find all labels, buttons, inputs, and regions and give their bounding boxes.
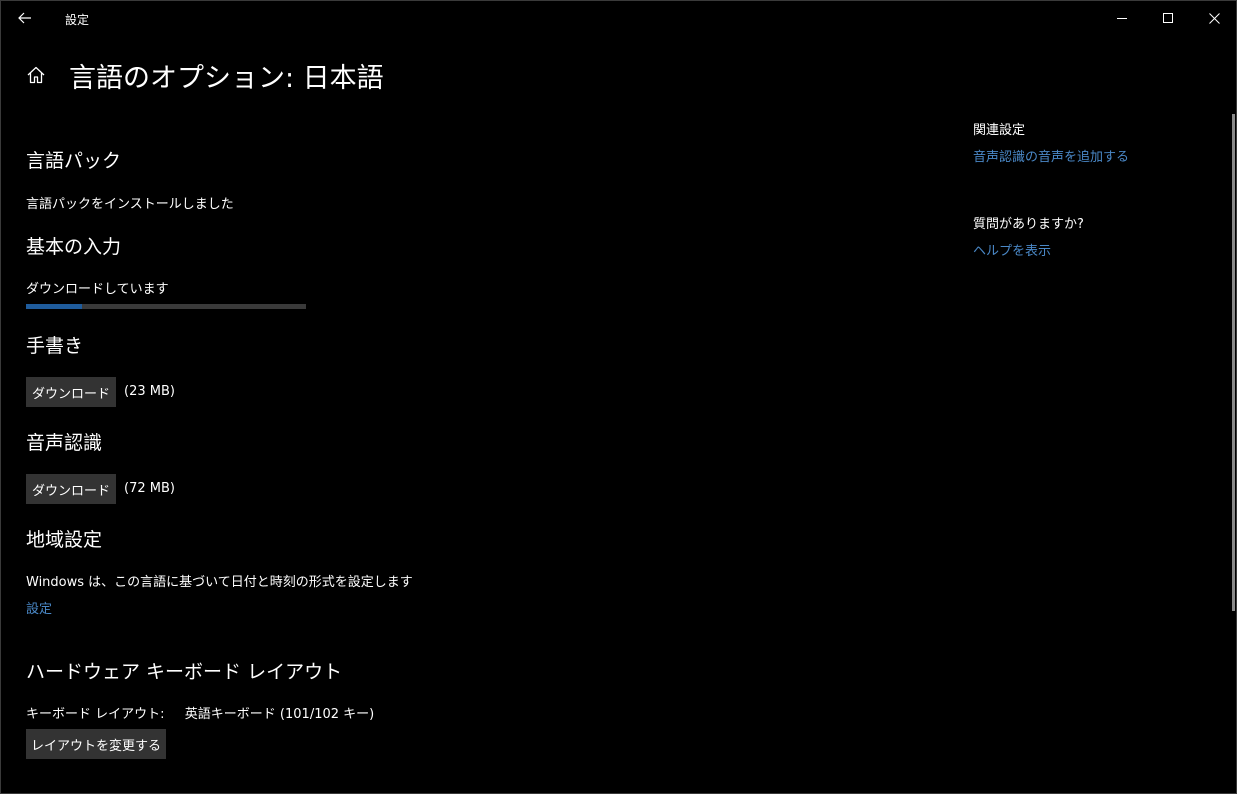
- question-heading: 質問がありますか?: [973, 217, 1084, 232]
- close-button[interactable]: [1191, 1, 1237, 35]
- download-progress-bar: [26, 304, 306, 309]
- help-link[interactable]: ヘルプを表示: [973, 240, 1051, 259]
- regional-description: Windows は、この言語に基づいて日付と時刻の形式を設定します: [26, 575, 413, 590]
- handwriting-size: (23 MB): [124, 384, 175, 399]
- handwriting-download-button[interactable]: ダウンロード: [26, 377, 116, 407]
- handwriting-heading: 手書き: [26, 335, 84, 357]
- speech-download-button[interactable]: ダウンロード: [26, 474, 116, 504]
- close-icon: [1208, 12, 1220, 24]
- speech-heading: 音声認識: [26, 432, 103, 454]
- vertical-scrollbar[interactable]: [1232, 114, 1235, 611]
- related-settings-heading: 関連設定: [973, 123, 1026, 138]
- speech-size: (72 MB): [124, 481, 175, 496]
- back-button[interactable]: [7, 3, 43, 33]
- regional-heading: 地域設定: [26, 529, 103, 551]
- maximize-icon: [1163, 13, 1173, 23]
- home-icon: [27, 66, 45, 84]
- basic-input-status: ダウンロードしています: [26, 282, 169, 297]
- page-title: 言語のオプション: 日本語: [69, 63, 384, 94]
- hardware-keyboard-heading: ハードウェア キーボード レイアウト: [26, 661, 343, 683]
- title-bar: 設定: [1, 1, 1236, 35]
- keyboard-layout-value: 英語キーボード (101/102 キー): [184, 707, 375, 722]
- change-layout-button[interactable]: レイアウトを変更する: [26, 729, 166, 759]
- minimize-button[interactable]: [1099, 1, 1145, 35]
- download-progress-fill: [26, 304, 82, 309]
- add-speech-voices-link[interactable]: 音声認識の音声を追加する: [973, 146, 1129, 165]
- minimize-icon: [1117, 18, 1127, 19]
- language-pack-heading: 言語パック: [26, 150, 122, 172]
- window-title: 設定: [65, 13, 90, 27]
- language-pack-status: 言語パックをインストールしました: [26, 197, 234, 212]
- keyboard-layout-row: キーボード レイアウト: 英語キーボード (101/102 キー): [26, 703, 374, 722]
- arrow-left-icon: [18, 12, 31, 24]
- basic-input-heading: 基本の入力: [26, 236, 122, 258]
- settings-window: 設定 言語のオプション: 日本語 言語パック 言語パックをインストールしました …: [0, 0, 1237, 794]
- maximize-button[interactable]: [1145, 1, 1191, 35]
- regional-settings-link[interactable]: 設定: [26, 598, 52, 617]
- home-button[interactable]: [23, 62, 49, 88]
- keyboard-layout-label: キーボード レイアウト:: [26, 707, 165, 722]
